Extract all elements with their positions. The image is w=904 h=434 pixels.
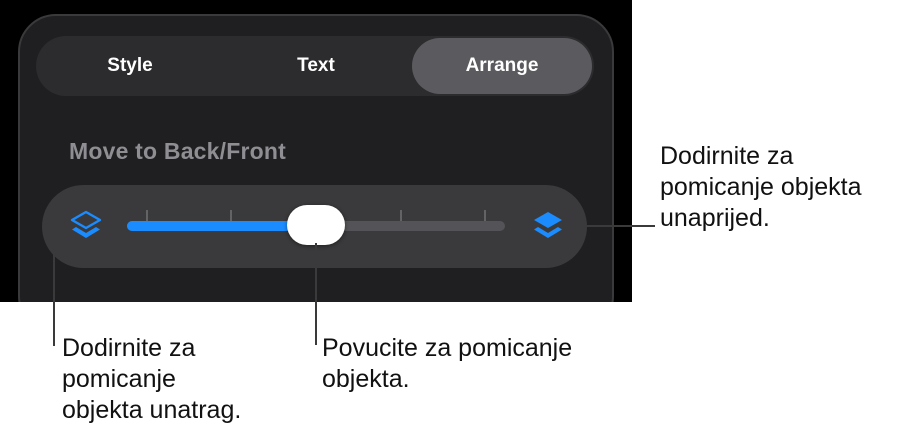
tab-arrange[interactable]: Arrange <box>412 38 592 94</box>
tab-text-label: Text <box>297 55 335 76</box>
section-title: Move to Back/Front <box>69 138 287 164</box>
leader-line-left-h <box>53 226 67 228</box>
callout-drag-slider: Povucite za pomicanje objekta. <box>322 334 573 393</box>
send-backward-icon[interactable] <box>69 209 103 243</box>
callout-send-backward: Dodirnite za pomicanje objekta unatrag. <box>62 334 242 424</box>
tab-style[interactable]: Style <box>40 38 220 94</box>
slider-thumb[interactable] <box>287 205 345 245</box>
format-tabs: Style Text Arrange <box>36 36 594 96</box>
tab-style-label: Style <box>107 55 153 76</box>
slider-tick <box>146 210 148 221</box>
slider-tick <box>484 210 486 221</box>
callout-bring-forward: Dodirnite za pomicanje objekta unaprijed… <box>660 142 862 232</box>
tab-arrange-label: Arrange <box>465 55 539 76</box>
leader-line-middle <box>315 243 317 345</box>
slider-tick <box>400 210 402 221</box>
bring-forward-icon[interactable] <box>531 209 565 243</box>
leader-line-left-v <box>53 226 55 346</box>
tab-text[interactable]: Text <box>226 38 406 94</box>
slider-tick <box>230 210 232 221</box>
leader-line-right <box>572 225 655 227</box>
